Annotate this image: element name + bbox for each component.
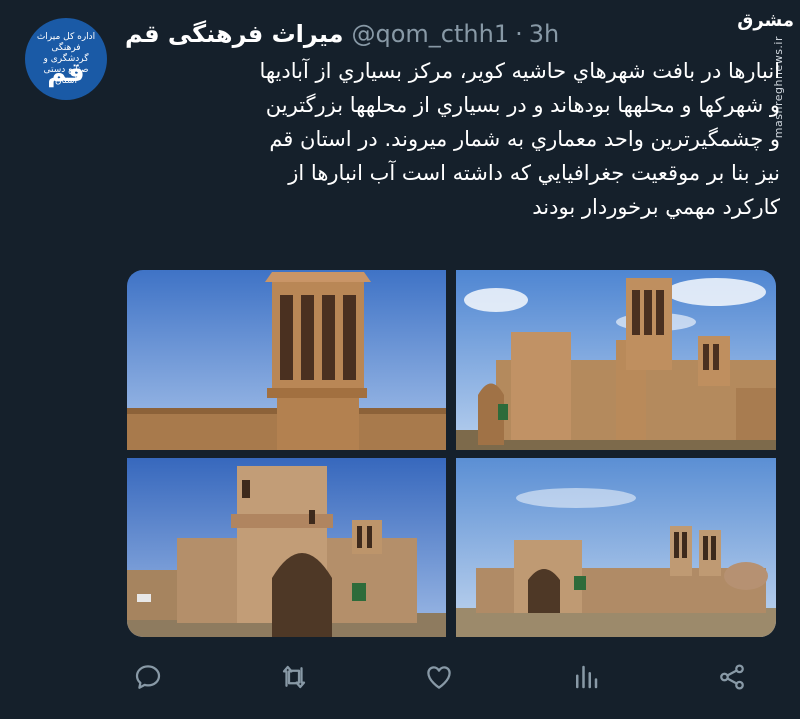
tweet-card[interactable]: اداره کل میراث فرهنگی گردشگری و صنایع دس… [0,0,800,719]
windcatcher-photo-image [127,270,446,450]
display-name[interactable]: میراث فرهنگی قم [125,20,344,48]
avatar[interactable]: اداره کل میراث فرهنگی گردشگری و صنایع دس… [25,18,107,100]
reply-icon [135,665,161,689]
tweet-text-line: و چشمگيرترين واحد معماري به شمار ميروند.… [269,127,780,151]
reply-button[interactable] [130,659,166,695]
like-button[interactable] [421,659,457,695]
water-reservoir-photo-image [456,270,776,450]
tweet-actions [125,655,765,699]
retweet-button[interactable] [276,659,312,695]
tweet-text-line: انبارها در بافت شهرهاي حاشيه كوير، مركز … [259,59,780,83]
tweet-text-line: كاركرد مهمي برخوردار بودند [532,195,780,219]
watermark: مشرق [737,10,794,31]
photo-reservoir-wide[interactable] [456,458,776,637]
photo-windcatcher[interactable] [127,270,446,450]
share-icon [720,664,744,690]
separator-dot: · [515,20,523,48]
photo-water-reservoir[interactable] [456,270,776,450]
tweet-text-line: و شهركها و محلهها بودهاند و در بسياري از… [265,93,780,117]
reservoir-entrance-photo-image [127,458,446,637]
media-grid [127,270,776,637]
analytics-icon [576,665,598,689]
user-handle[interactable]: @qom_cthh1 [352,20,510,48]
retweet-icon [282,665,306,689]
tweet-text: انبارها در بافت شهرهاي حاشيه كوير، مركز … [125,54,780,224]
watermark-logo: مشرق [737,10,794,31]
tweet-text-line: نيز بنا بر موقعيت جغرافيايي كه داشته است… [288,161,780,185]
avatar-logo-text: قم [47,58,85,88]
share-button[interactable] [714,659,750,695]
analytics-button[interactable] [568,659,604,695]
timestamp[interactable]: 3h [529,20,559,48]
reservoir-wide-photo-image [456,458,776,637]
like-icon [427,666,451,689]
tweet-header: میراث فرهنگی قم @qom_cthh1 · 3h [125,18,559,50]
photo-reservoir-entrance[interactable] [127,458,446,637]
